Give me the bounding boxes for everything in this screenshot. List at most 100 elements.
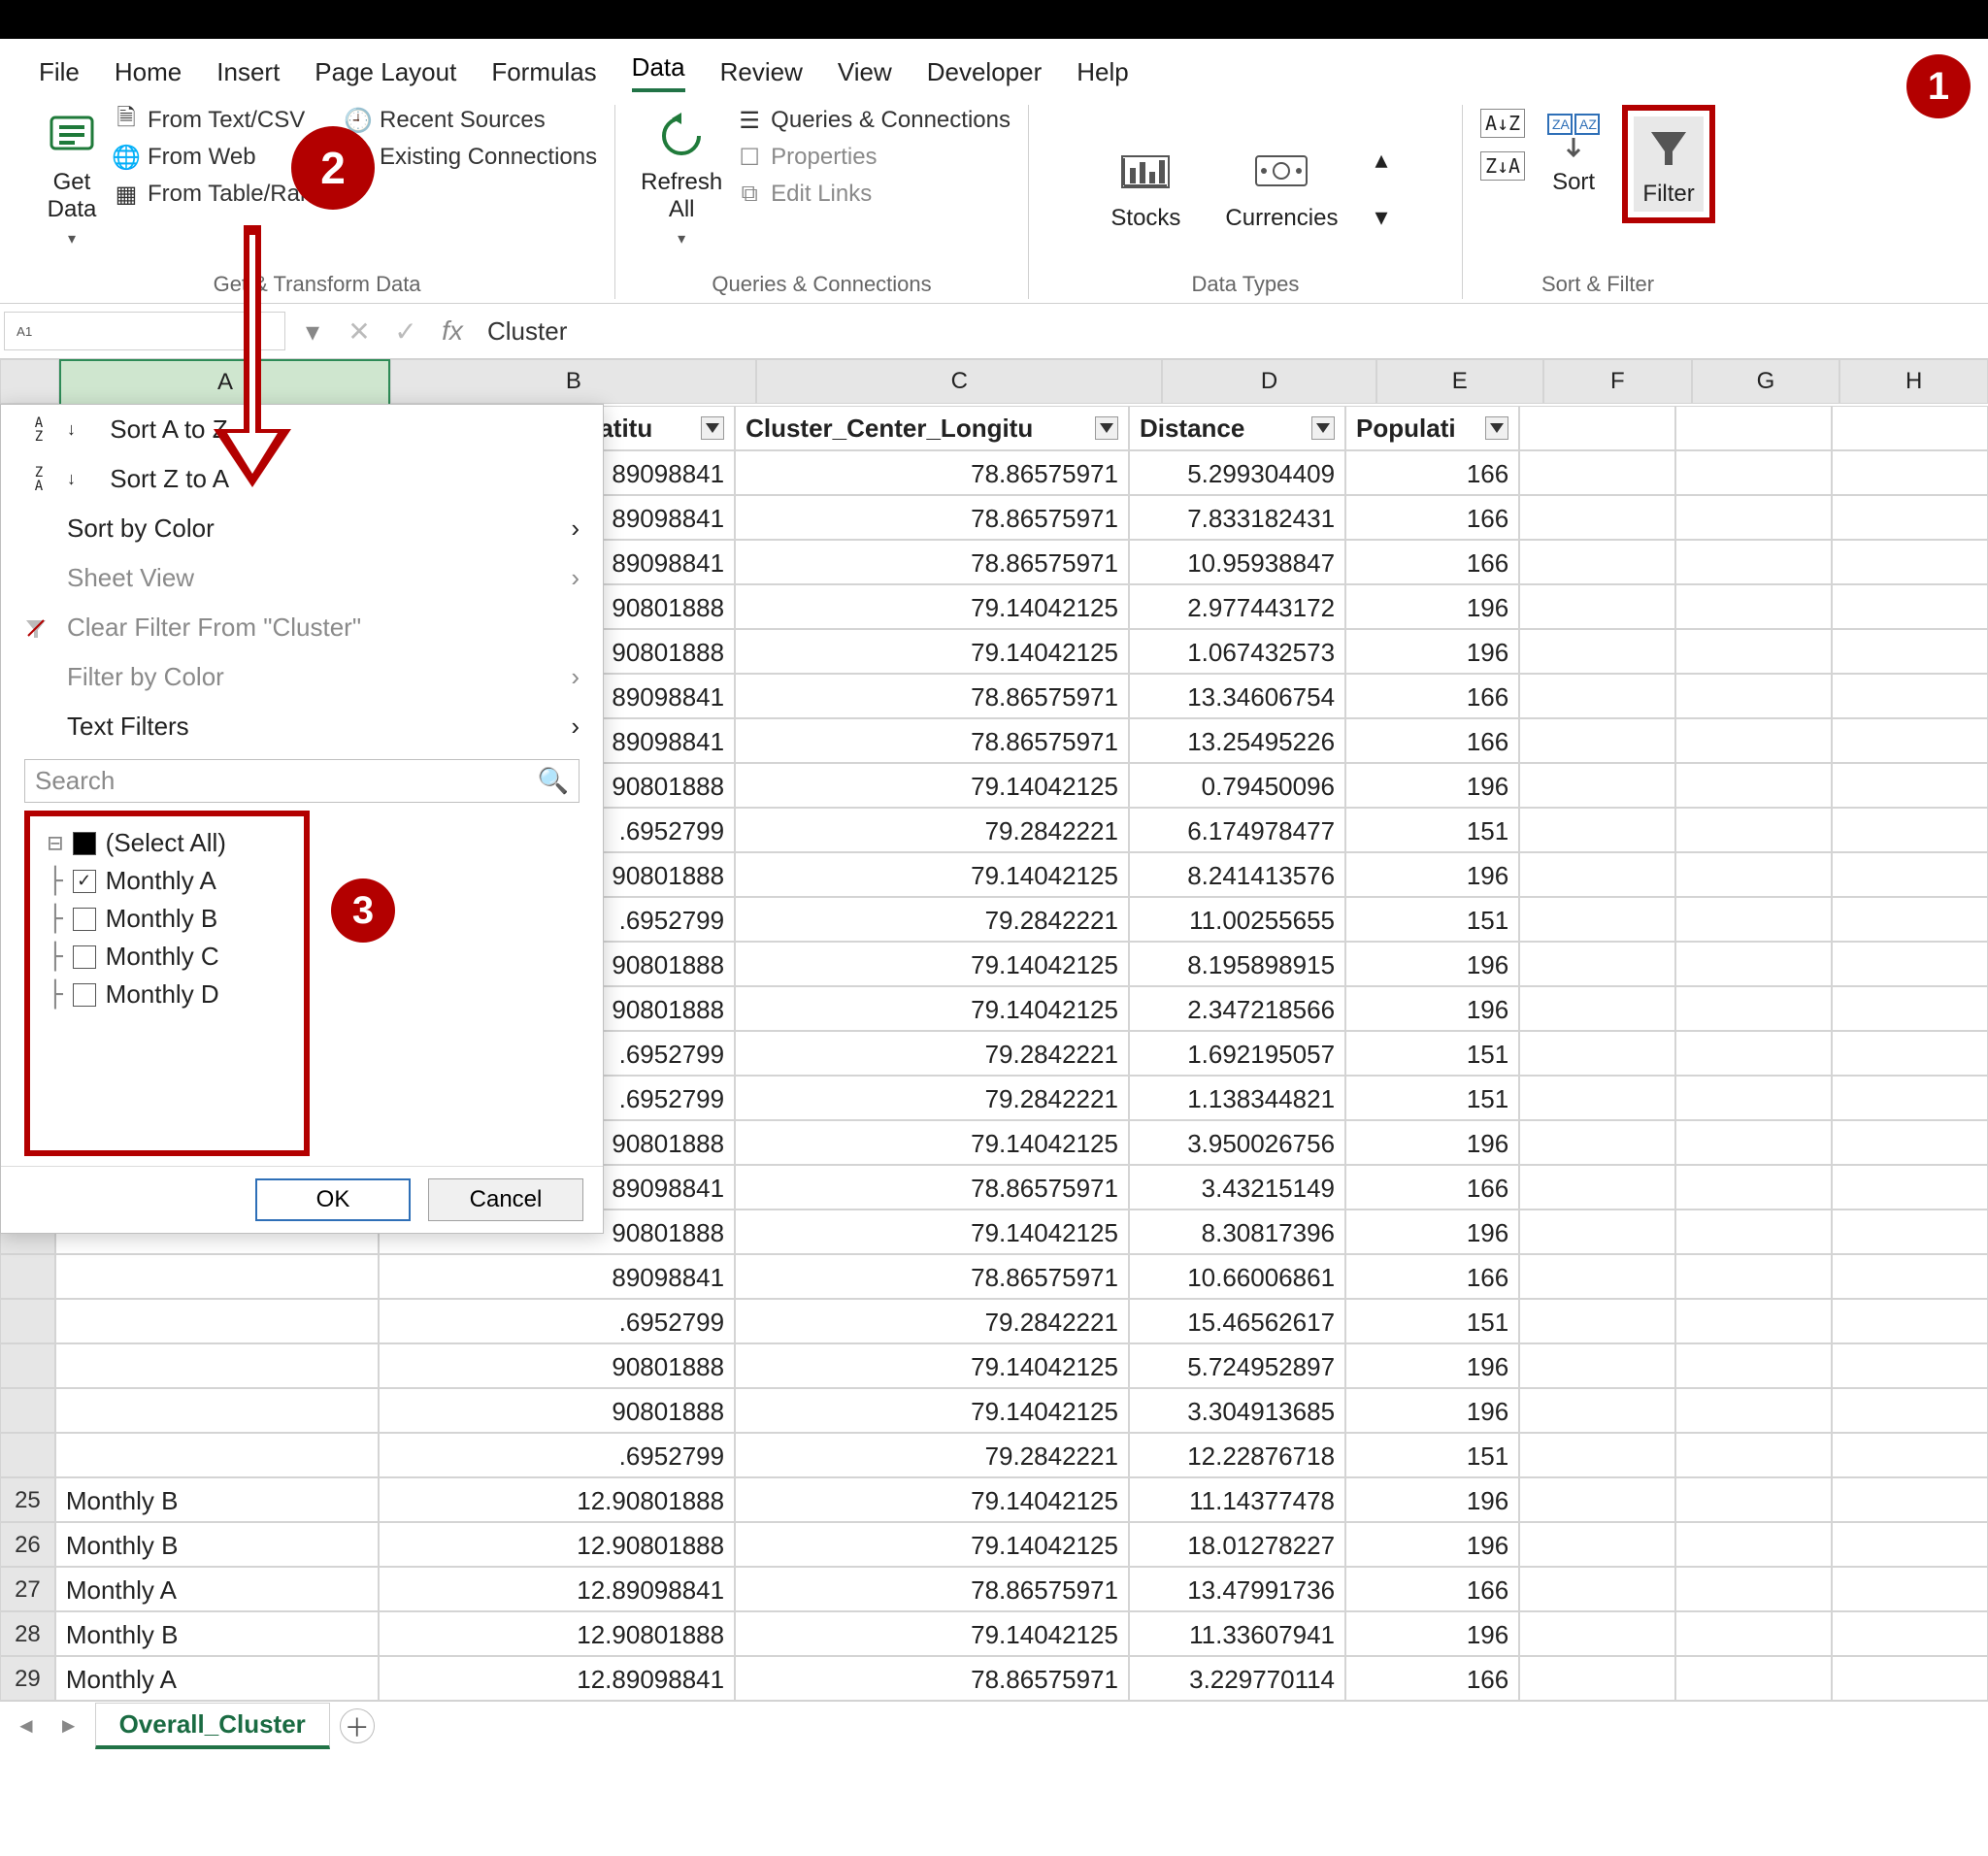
cell[interactable]: [1675, 540, 1832, 584]
cell[interactable]: 10.66006861: [1129, 1254, 1345, 1299]
cell[interactable]: .6952799: [379, 1433, 735, 1477]
cell[interactable]: 12.90801888: [379, 1477, 735, 1522]
sort-az-small-icon[interactable]: A↓Z: [1480, 109, 1525, 138]
cell[interactable]: 79.14042125: [735, 629, 1129, 674]
cell[interactable]: [1519, 1031, 1675, 1076]
cell[interactable]: 12.90801888: [379, 1611, 735, 1656]
cell[interactable]: 15.46562617: [1129, 1299, 1345, 1343]
cell[interactable]: [1832, 897, 1988, 942]
row-number[interactable]: [0, 1254, 55, 1299]
filter-option[interactable]: ├Monthly B: [36, 900, 298, 938]
cell[interactable]: [1519, 540, 1675, 584]
cell[interactable]: 166: [1345, 1254, 1519, 1299]
cell[interactable]: [1832, 1120, 1988, 1165]
cell[interactable]: 151: [1345, 808, 1519, 852]
row-number[interactable]: 26: [0, 1522, 55, 1567]
cell[interactable]: [1832, 852, 1988, 897]
cell[interactable]: [1832, 763, 1988, 808]
cell[interactable]: 79.14042125: [735, 584, 1129, 629]
sort-za-small-icon[interactable]: Z↓A: [1480, 151, 1525, 181]
cell[interactable]: 78.86575971: [735, 1165, 1129, 1210]
cell[interactable]: [1519, 674, 1675, 718]
add-sheet-button[interactable]: ＋: [340, 1708, 375, 1743]
cell[interactable]: 11.14377478: [1129, 1477, 1345, 1522]
cell[interactable]: 13.47991736: [1129, 1567, 1345, 1611]
cell[interactable]: [1519, 1299, 1675, 1343]
cell[interactable]: 196: [1345, 629, 1519, 674]
cell[interactable]: 79.14042125: [735, 1388, 1129, 1433]
cell[interactable]: 196: [1345, 1611, 1519, 1656]
cell[interactable]: 79.14042125: [735, 1477, 1129, 1522]
cell[interactable]: Monthly B: [55, 1522, 379, 1567]
cell[interactable]: 79.2842221: [735, 1076, 1129, 1120]
cell[interactable]: 151: [1345, 1433, 1519, 1477]
ribbon-tab-home[interactable]: Home: [115, 57, 182, 87]
cell[interactable]: [1519, 986, 1675, 1031]
cell[interactable]: [1832, 718, 1988, 763]
cell[interactable]: 79.2842221: [735, 1299, 1129, 1343]
column-head-H[interactable]: H: [1839, 359, 1988, 404]
sheet-nav-prev-icon[interactable]: ◄: [10, 1713, 43, 1739]
column-head-B[interactable]: B: [390, 359, 756, 404]
sheet-nav-next-icon[interactable]: ►: [52, 1713, 85, 1739]
row-number[interactable]: [0, 1299, 55, 1343]
cell[interactable]: [1832, 1656, 1988, 1701]
cell[interactable]: 1.692195057: [1129, 1031, 1345, 1076]
cell[interactable]: [1832, 1388, 1988, 1433]
cell[interactable]: 13.34606754: [1129, 674, 1345, 718]
cell[interactable]: 79.2842221: [735, 897, 1129, 942]
cell[interactable]: 196: [1345, 1120, 1519, 1165]
cell[interactable]: 7.833182431: [1129, 495, 1345, 540]
cell[interactable]: 78.86575971: [735, 1656, 1129, 1701]
checkbox[interactable]: [73, 983, 96, 1007]
cell[interactable]: [1519, 1522, 1675, 1567]
chevron-down-icon[interactable]: ▾: [1375, 202, 1387, 232]
empty-cell[interactable]: [1675, 406, 1832, 450]
cell[interactable]: 1.138344821: [1129, 1076, 1345, 1120]
cell[interactable]: [1675, 1254, 1832, 1299]
cell[interactable]: [1519, 1656, 1675, 1701]
cell[interactable]: 5.724952897: [1129, 1343, 1345, 1388]
cell[interactable]: Monthly A: [55, 1656, 379, 1701]
cell[interactable]: [1675, 1522, 1832, 1567]
cell[interactable]: .6952799: [379, 1299, 735, 1343]
cell[interactable]: [1675, 1656, 1832, 1701]
filter-handle-icon[interactable]: [701, 416, 724, 440]
cell[interactable]: [1675, 897, 1832, 942]
formula-bar-input[interactable]: Cluster: [476, 311, 1988, 352]
cell[interactable]: [1832, 942, 1988, 986]
cell[interactable]: [1519, 629, 1675, 674]
cell[interactable]: Monthly A: [55, 1567, 379, 1611]
cell[interactable]: 79.14042125: [735, 986, 1129, 1031]
cell[interactable]: [1832, 1433, 1988, 1477]
cell[interactable]: 2.977443172: [1129, 584, 1345, 629]
refresh-all-button[interactable]: Refresh All ▾: [633, 105, 730, 252]
text-filters[interactable]: Text Filters ›: [1, 702, 603, 751]
filter-option[interactable]: ├Monthly A: [36, 862, 298, 900]
cell[interactable]: [1675, 450, 1832, 495]
cell[interactable]: [1519, 763, 1675, 808]
cell[interactable]: [1675, 1031, 1832, 1076]
cell[interactable]: Monthly B: [55, 1477, 379, 1522]
cell[interactable]: 10.95938847: [1129, 540, 1345, 584]
cell[interactable]: [1832, 1522, 1988, 1567]
cell[interactable]: 151: [1345, 897, 1519, 942]
cell[interactable]: [1832, 674, 1988, 718]
filter-option[interactable]: ├Monthly D: [36, 976, 298, 1013]
cell[interactable]: [1675, 1120, 1832, 1165]
cell[interactable]: 79.14042125: [735, 942, 1129, 986]
cell[interactable]: [1675, 1165, 1832, 1210]
cell[interactable]: [1832, 1567, 1988, 1611]
cell[interactable]: 196: [1345, 1388, 1519, 1433]
cell[interactable]: [1832, 629, 1988, 674]
sort-button[interactable]: ZAAZ Sort: [1539, 105, 1608, 200]
cell[interactable]: 3.43215149: [1129, 1165, 1345, 1210]
cell[interactable]: [1832, 1611, 1988, 1656]
ok-button[interactable]: OK: [255, 1178, 411, 1221]
ribbon-tab-review[interactable]: Review: [720, 57, 803, 87]
cell[interactable]: [1675, 1299, 1832, 1343]
cell[interactable]: [1519, 1433, 1675, 1477]
cell[interactable]: 79.2842221: [735, 1031, 1129, 1076]
cell[interactable]: 12.89098841: [379, 1567, 735, 1611]
cell[interactable]: 196: [1345, 1522, 1519, 1567]
